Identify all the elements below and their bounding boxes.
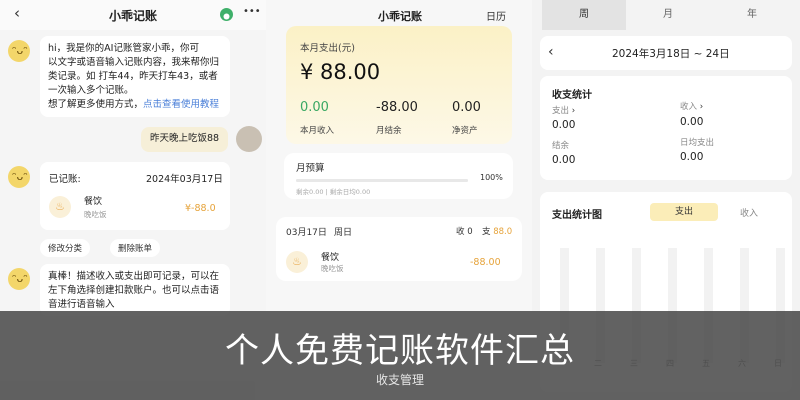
overlay-title: 个人免费记账软件汇总 xyxy=(225,331,575,371)
income-value: 0.00 xyxy=(680,116,704,128)
screenshot-collage: ‹ 小乖记账 ••• ᵔᴗᵔ hi，我是你的AI记账管家小乖，你可 以文字或语音… xyxy=(0,0,800,400)
stat-label: 本月收入 xyxy=(300,126,335,136)
daily-label: 日均支出 xyxy=(680,138,715,148)
user-avatar xyxy=(236,126,262,152)
chart-heading: 支出统计图 xyxy=(552,210,602,221)
budget-card[interactable]: 月预算 100% 剩余0.00 | 剩余日均0.00 xyxy=(284,153,513,199)
month-summary-card: 本月支出(元) ¥ 88.00 0.00 本月收入 -88.00 月结余 0.00 净资产 xyxy=(286,26,512,144)
stat-value: 0.00 xyxy=(300,100,329,115)
chat-bubble-icon[interactable] xyxy=(220,8,233,21)
date-range: 2024年3月18日 ~ 24日 xyxy=(612,48,730,60)
budget-remain: 剩余0.00 | 剩余日均0.00 xyxy=(296,188,371,196)
tab-period[interactable]: 月 xyxy=(626,0,710,30)
tip-line: 真棒！描述收入或支出即可记录，可以在 xyxy=(48,271,220,282)
assistant-avatar: ᵔᴗᵔ xyxy=(8,166,30,188)
budget-progress-track xyxy=(296,179,468,182)
balance-label: 结余 xyxy=(552,141,570,151)
edit-category-button[interactable]: 修改分类 xyxy=(40,239,91,257)
day-group-weekday: 周日 xyxy=(334,228,353,238)
assistant-avatar: ᵔᴗᵔ xyxy=(8,40,30,62)
tip-line: 音进行语音输入 xyxy=(48,299,115,310)
daily-value: 0.00 xyxy=(680,151,704,163)
overlay-subtitle: 收支管理 xyxy=(375,373,424,387)
welcome-line: 以文字或语音输入记账内容，我来帮你归 xyxy=(48,57,220,68)
income-toggle[interactable]: 收入 xyxy=(740,206,758,219)
date-range-bar: ‹ 2024年3月18日 ~ 24日 xyxy=(540,36,792,70)
expense-value: 0.00 xyxy=(552,119,576,131)
expense-label[interactable]: 支出 › xyxy=(552,104,575,116)
prev-period-icon[interactable]: ‹ xyxy=(548,44,554,60)
month-expense-value: ¥ 88.00 xyxy=(300,60,381,84)
budget-progress-fill xyxy=(296,179,468,182)
tab-period[interactable]: 周 xyxy=(542,0,626,30)
tab-period[interactable]: 年 xyxy=(710,0,794,30)
calendar-link[interactable]: 日历 xyxy=(486,8,506,23)
entry-category: 餐饮 xyxy=(321,253,340,263)
recorded-category: 餐饮 xyxy=(84,197,103,207)
stat-value: 0.00 xyxy=(452,100,481,115)
expense-toggle[interactable]: 支出 xyxy=(650,203,718,221)
summary-heading: 收支统计 xyxy=(552,90,592,101)
recorded-card: 已记账: 2024年03月17日 ♨ 餐饮 晚吃饭 ¥-88.0 xyxy=(40,162,230,230)
welcome-line: 一次输入多个记账。 xyxy=(48,85,134,96)
stat-label: 净资产 xyxy=(452,126,478,136)
summary-card: 收支统计 支出 › 0.00 收入 › 0.00 结余 0.00 日均支出 0.… xyxy=(540,76,792,180)
day-income: 收 0 xyxy=(456,227,473,237)
stat-label: 月结余 xyxy=(376,126,402,136)
user-message: 昨天晚上吃饭88 xyxy=(141,127,229,152)
recorded-heading: 已记账: xyxy=(49,174,81,185)
day-expense: 支 88.0 xyxy=(482,227,513,237)
welcome-line: 想了解更多使用方式， xyxy=(48,99,144,110)
delete-bill-button[interactable]: 删除账单 xyxy=(110,239,161,257)
more-icon[interactable]: ••• xyxy=(243,6,261,17)
day-group-date: 03月17日 xyxy=(286,228,327,238)
welcome-line: hi，我是你的AI记账管家小乖，你可 xyxy=(48,43,199,54)
recorded-amount: ¥-88.0 xyxy=(185,203,216,214)
tutorial-link[interactable]: 点击查看使用教程 xyxy=(143,99,219,110)
caption-overlay: 个人免费记账软件汇总 收支管理 xyxy=(0,311,800,400)
welcome-bubble: hi，我是你的AI记账管家小乖，你可 以文字或语音输入记账内容，我来帮你归 类记… xyxy=(40,36,230,117)
recorded-date: 2024年03月17日 xyxy=(146,174,223,185)
budget-percent: 100% xyxy=(480,173,503,182)
overview-title: 小乖记账 xyxy=(378,10,422,23)
food-icon: ♨ xyxy=(49,196,71,218)
month-expense-label: 本月支出(元) xyxy=(300,43,355,54)
budget-label: 月预算 xyxy=(296,163,325,174)
welcome-line: 类记录。如 打车44，昨天打车43，或者 xyxy=(48,71,218,82)
day-group-card: 03月17日 周日 收 0 支 88.0 ♨ 餐饮 晚吃饭 -88.00 xyxy=(276,217,522,281)
stat-value: -88.00 xyxy=(376,100,418,115)
entry-amount: -88.00 xyxy=(470,257,501,268)
recorded-note: 晚吃饭 xyxy=(84,210,107,219)
tip-line: 左下角选择创建扣款账户。也可以点击语 xyxy=(48,285,220,296)
entry-note: 晚吃饭 xyxy=(321,264,344,273)
assistant-avatar: ᵔᴗᵔ xyxy=(8,268,30,290)
income-label[interactable]: 收入 › xyxy=(680,100,703,112)
balance-value: 0.00 xyxy=(552,154,576,166)
food-icon: ♨ xyxy=(286,251,308,273)
tip-bubble: 真棒！描述收入或支出即可记录，可以在 左下角选择创建扣款账户。也可以点击语 音进… xyxy=(40,264,230,316)
